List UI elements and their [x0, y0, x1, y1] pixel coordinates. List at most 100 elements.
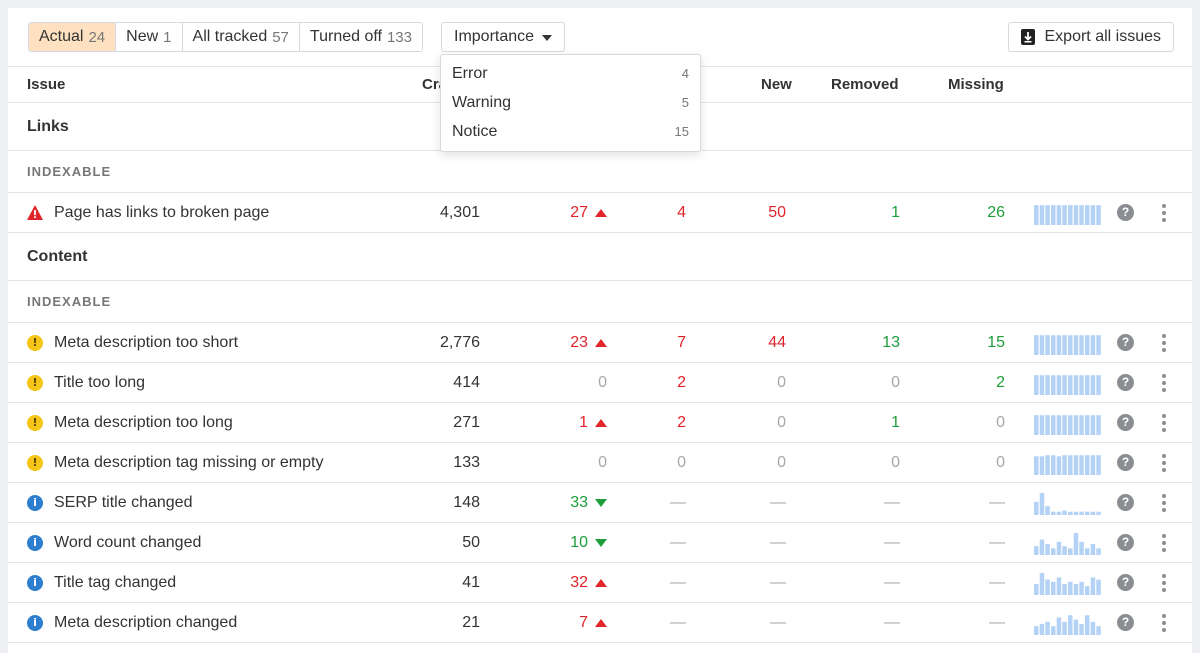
tab-actual[interactable]: Actual 24	[29, 23, 117, 51]
importance-dropdown-button[interactable]: Importance	[441, 22, 566, 52]
sparkline-bar	[1056, 576, 1062, 595]
removed-value: 0	[891, 374, 900, 391]
column-new[interactable]: New	[761, 67, 792, 103]
sparkline-bar	[1045, 579, 1050, 595]
dropdown-item-count: 4	[681, 66, 689, 81]
tab-count: 1	[163, 28, 172, 46]
more-options-button[interactable]	[1158, 563, 1170, 602]
issue-name-link[interactable]: Word count changed	[54, 523, 201, 562]
help-button[interactable]: ?	[1117, 363, 1134, 402]
sparkline-bar	[1039, 455, 1045, 475]
vertical-dots-icon	[1162, 533, 1166, 552]
sparkline-bar	[1062, 454, 1067, 475]
arrow-up-icon	[595, 578, 607, 587]
change-value: 33	[570, 494, 588, 511]
more-options-button[interactable]	[1158, 443, 1170, 482]
more-options-button[interactable]	[1158, 363, 1170, 402]
sparkline-bar	[1056, 511, 1062, 515]
question-icon: ?	[1117, 204, 1134, 221]
dropdown-item-error[interactable]: Error 4	[441, 59, 700, 88]
change-value: 23	[570, 334, 588, 351]
arrow-down-icon	[595, 498, 607, 507]
tab-all-tracked[interactable]: All tracked 57	[182, 23, 300, 51]
sparkline-bar	[1056, 455, 1062, 475]
added-value: —	[670, 614, 686, 631]
dropdown-item-notice[interactable]: Notice 15	[441, 117, 700, 146]
tab-turned-off[interactable]: Turned off 133	[299, 23, 422, 51]
crawled-value: 133	[453, 454, 480, 471]
question-icon: ?	[1117, 534, 1134, 551]
missing-value: 26	[987, 204, 1005, 221]
question-icon: ?	[1117, 334, 1134, 351]
sparkline-bar	[1085, 204, 1090, 225]
new-value: 0	[777, 414, 786, 431]
added-value: 4	[677, 204, 686, 221]
tab-new[interactable]: New 1	[116, 23, 183, 51]
table-row: ! Meta description too short 2,776 23 7 44 13 1…	[8, 323, 1192, 363]
sparkline-bar	[1096, 547, 1101, 555]
issue-name-link[interactable]: SERP title changed	[54, 483, 192, 522]
sparkline-bar	[1034, 455, 1039, 475]
sparkline-chart	[1034, 204, 1101, 225]
help-button[interactable]: ?	[1117, 403, 1134, 442]
issue-name-link[interactable]: Meta description tag missing or empty	[54, 443, 323, 482]
issues-panel: Actual 24 New 1 All tracked 57 Turned off 13…	[8, 8, 1192, 653]
issue-name-link[interactable]: Title tag changed	[54, 563, 176, 602]
column-missing[interactable]: Missing	[948, 67, 1004, 103]
arrow-up-icon	[595, 418, 607, 427]
sparkline-bar	[1073, 532, 1079, 555]
help-button[interactable]: ?	[1117, 483, 1134, 522]
sparkline-bar	[1079, 374, 1084, 395]
crawled-value: 4,301	[439, 204, 480, 221]
new-value: —	[770, 614, 786, 631]
column-removed[interactable]: Removed	[831, 67, 899, 103]
issue-name-link[interactable]: Page has links to broken page	[54, 193, 269, 232]
arrow-down-icon	[595, 538, 607, 547]
change-cell: 0	[598, 443, 607, 482]
sparkline-bar	[1034, 204, 1039, 225]
sparkline-bar	[1068, 614, 1073, 635]
sparkline-bar	[1034, 501, 1039, 515]
added-value: 0	[677, 454, 686, 471]
help-button[interactable]: ?	[1117, 323, 1134, 362]
more-options-button[interactable]	[1158, 523, 1170, 562]
sparkline-bar	[1096, 511, 1101, 515]
sparkline-bar	[1090, 204, 1096, 225]
dropdown-item-warning[interactable]: Warning 5	[441, 88, 700, 117]
help-button[interactable]: ?	[1117, 523, 1134, 562]
sparkline-bar	[1056, 334, 1062, 355]
help-button[interactable]: ?	[1117, 563, 1134, 602]
sparkline-chart	[1034, 414, 1101, 435]
crawled-value: 148	[453, 494, 480, 511]
more-options-button[interactable]	[1158, 483, 1170, 522]
question-icon: ?	[1117, 494, 1134, 511]
table-row: i Title tag changed 41 32 — — — —?	[8, 563, 1192, 603]
export-all-issues-button[interactable]: Export all issues	[1007, 22, 1174, 52]
more-options-button[interactable]	[1158, 403, 1170, 442]
more-options-button[interactable]	[1158, 193, 1170, 232]
removed-value: 0	[891, 454, 900, 471]
help-button[interactable]: ?	[1117, 443, 1134, 482]
section-title: Content	[8, 233, 1192, 281]
issue-name-link[interactable]: Meta description too long	[54, 403, 233, 442]
sparkline-bar	[1045, 505, 1050, 515]
more-options-button[interactable]	[1158, 323, 1170, 362]
issue-name-link[interactable]: Meta description too short	[54, 323, 238, 362]
column-issue[interactable]: Issue	[27, 67, 65, 103]
removed-value: 1	[891, 414, 900, 431]
sparkline-bar	[1045, 414, 1050, 435]
added-value: 2	[677, 374, 686, 391]
sparkline-bar	[1039, 334, 1045, 355]
sparkline-bar	[1068, 334, 1073, 355]
change-cell: 33	[570, 483, 607, 522]
sparkline-bar	[1062, 545, 1067, 555]
help-button[interactable]: ?	[1117, 193, 1134, 232]
issue-name-link[interactable]: Title too long	[54, 363, 145, 402]
more-options-button[interactable]	[1158, 603, 1170, 642]
export-label: Export all issues	[1044, 28, 1162, 45]
issue-name-link[interactable]: Meta description changed	[54, 603, 237, 642]
sparkline-bar	[1039, 492, 1045, 515]
added-value: —	[670, 534, 686, 551]
change-cell: 32	[570, 563, 607, 602]
help-button[interactable]: ?	[1117, 603, 1134, 642]
